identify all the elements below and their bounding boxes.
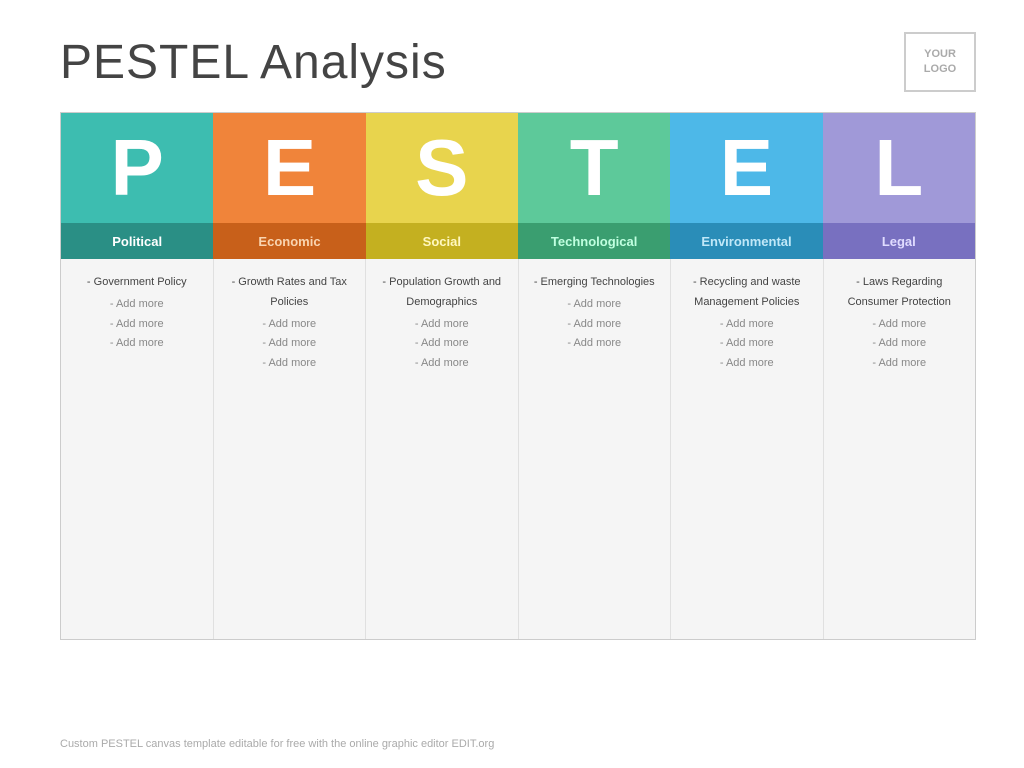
letter-t: T xyxy=(570,122,619,214)
social-sub-1: - Add more xyxy=(376,315,508,335)
letter-cell-e1: E xyxy=(213,113,365,223)
social-sub-3: - Add more xyxy=(376,354,508,374)
content-row: - Government Policy - Add more - Add mor… xyxy=(61,259,975,639)
page-wrapper: PESTEL Analysis YOUR LOGO P E S T E xyxy=(0,0,1024,768)
logo-line2: LOGO xyxy=(924,62,956,77)
letter-l: L xyxy=(874,122,923,214)
technological-sub-1: - Add more xyxy=(529,295,661,315)
legal-main: - Laws Regarding Consumer Protection xyxy=(834,273,966,313)
environmental-sub-2: - Add more xyxy=(681,334,813,354)
economic-sub-3: - Add more xyxy=(224,354,356,374)
label-environmental: Environmental xyxy=(670,223,822,259)
environmental-sub-1: - Add more xyxy=(681,315,813,335)
content-legal: - Laws Regarding Consumer Protection - A… xyxy=(824,259,976,639)
legal-sub-1: - Add more xyxy=(834,315,966,335)
letter-e2: E xyxy=(720,122,773,214)
social-sub-2: - Add more xyxy=(376,334,508,354)
label-social: Social xyxy=(366,223,518,259)
page-title: PESTEL Analysis xyxy=(60,35,447,90)
political-sub-1: - Add more xyxy=(71,295,203,315)
title-area: PESTEL Analysis YOUR LOGO xyxy=(0,0,1024,112)
letter-cell-l: L xyxy=(823,113,975,223)
technological-main: - Emerging Technologies xyxy=(529,273,661,293)
content-political: - Government Policy - Add more - Add mor… xyxy=(61,259,214,639)
letter-cell-t: T xyxy=(518,113,670,223)
letter-cell-s: S xyxy=(366,113,518,223)
content-technological: - Emerging Technologies - Add more - Add… xyxy=(519,259,672,639)
political-sub-3: - Add more xyxy=(71,334,203,354)
content-environmental: - Recycling and waste Management Policie… xyxy=(671,259,824,639)
legal-sub-3: - Add more xyxy=(834,354,966,374)
letter-p: P xyxy=(110,122,163,214)
label-row: Political Economic Social Technological … xyxy=(61,223,975,259)
label-legal: Legal xyxy=(823,223,975,259)
content-social: - Population Growth and Demographics - A… xyxy=(366,259,519,639)
pestel-table: P E S T E L Political Economic xyxy=(60,112,976,640)
environmental-main: - Recycling and waste Management Policie… xyxy=(681,273,813,313)
economic-main: - Growth Rates and Tax Policies xyxy=(224,273,356,313)
technological-sub-2: - Add more xyxy=(529,315,661,335)
content-economic: - Growth Rates and Tax Policies - Add mo… xyxy=(214,259,367,639)
letter-e1: E xyxy=(263,122,316,214)
label-political: Political xyxy=(61,223,213,259)
environmental-sub-3: - Add more xyxy=(681,354,813,374)
technological-sub-3: - Add more xyxy=(529,334,661,354)
letter-row: P E S T E L xyxy=(61,113,975,223)
letter-cell-e2: E xyxy=(670,113,822,223)
label-technological: Technological xyxy=(518,223,670,259)
legal-sub-2: - Add more xyxy=(834,334,966,354)
footer: Custom PESTEL canvas template editable f… xyxy=(60,738,494,750)
social-main: - Population Growth and Demographics xyxy=(376,273,508,313)
economic-sub-1: - Add more xyxy=(224,315,356,335)
logo-line1: YOUR xyxy=(924,47,956,62)
political-main: - Government Policy xyxy=(71,273,203,293)
logo-box: YOUR LOGO xyxy=(904,32,976,92)
footer-text: Custom PESTEL canvas template editable f… xyxy=(60,738,494,750)
letter-s: S xyxy=(415,122,468,214)
letter-cell-p: P xyxy=(61,113,213,223)
political-sub-2: - Add more xyxy=(71,315,203,335)
economic-sub-2: - Add more xyxy=(224,334,356,354)
label-economic: Economic xyxy=(213,223,365,259)
